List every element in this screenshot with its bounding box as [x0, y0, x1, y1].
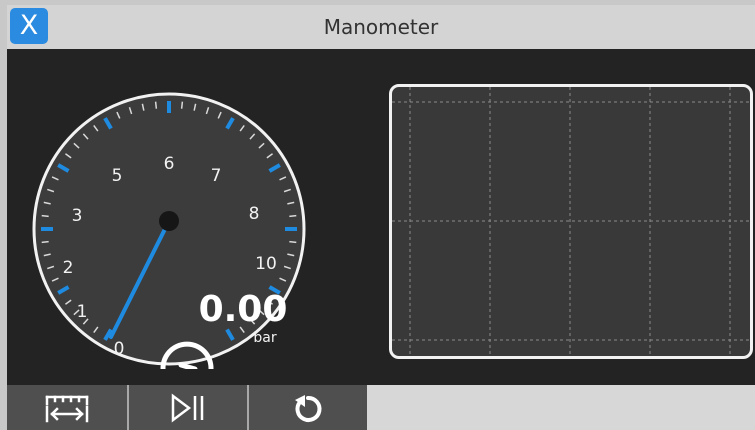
reset-icon [295, 394, 322, 422]
gauge-minor-tick [41, 240, 49, 244]
gauge-tick-label-5: 5 [112, 166, 123, 186]
bottom-toolbar [7, 385, 755, 430]
gauge-unit: bar [253, 330, 276, 346]
content-area: 0 1 2 3 5 6 7 8 10 0.00 bar [7, 49, 755, 385]
needle-hub [159, 211, 179, 231]
range-button[interactable] [7, 385, 127, 430]
gauge-tick-label-6: 6 [164, 154, 175, 174]
manometer-window: Manometer X 0 1 2 3 5 6 7 8 10 0.00 bar [7, 5, 755, 430]
gauge-tick-label-3: 3 [72, 206, 83, 226]
gauge-minor-tick [41, 214, 49, 218]
reset-button[interactable] [249, 385, 367, 430]
pressure-chart [389, 84, 753, 359]
play-pause-button[interactable] [129, 385, 247, 430]
gauge-tick-label-1: 1 [77, 302, 88, 322]
gauge-tick-label-8: 8 [249, 204, 260, 224]
gauge-tick-label-0: 0 [114, 339, 125, 359]
range-ruler-icon [45, 395, 89, 422]
gauge-tick-label-10: 10 [255, 254, 277, 274]
gauge-minor-tick [289, 214, 297, 218]
chart-grid [392, 87, 750, 356]
gauge-value: 0.00 [199, 289, 288, 330]
close-button[interactable]: X [10, 8, 48, 44]
gauge-minor-tick [154, 101, 158, 109]
gauge-minor-tick [180, 101, 184, 109]
gauge-tick-label-7: 7 [211, 166, 222, 186]
play-pause-icon [171, 393, 204, 422]
pressure-gauge: 0 1 2 3 5 6 7 8 10 0.00 bar [32, 92, 306, 369]
window-title: Manometer [323, 15, 439, 39]
gauge-minor-tick [289, 240, 297, 244]
gauge-tick-label-2: 2 [63, 258, 74, 278]
title-bar: Manometer X [7, 5, 755, 49]
